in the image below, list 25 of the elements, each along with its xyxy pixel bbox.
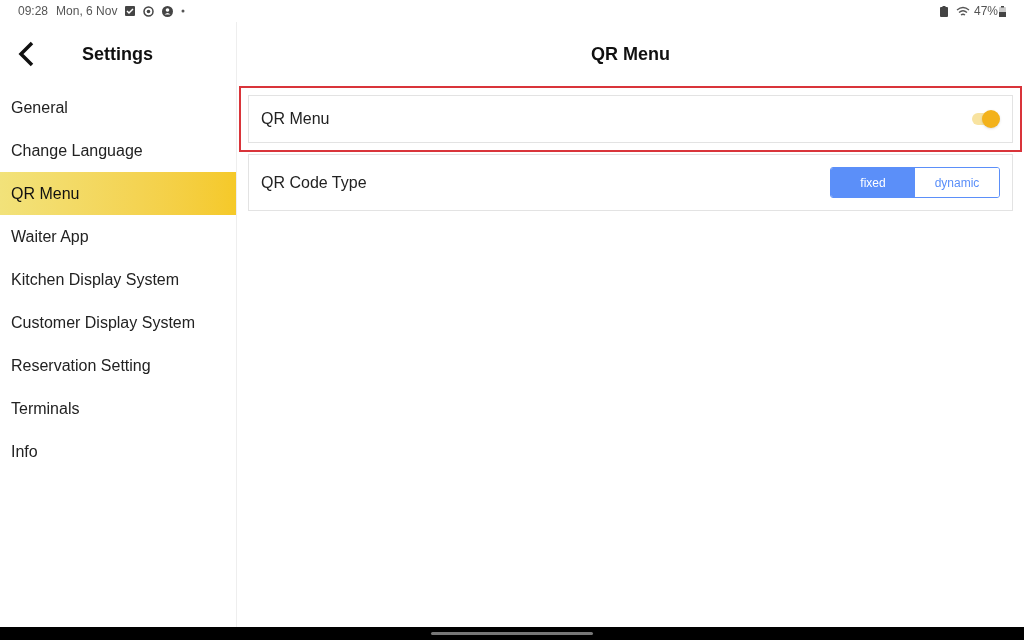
home-indicator[interactable] — [431, 632, 593, 635]
sidebar-item[interactable]: QR Menu — [0, 172, 236, 215]
circle-icon — [143, 5, 155, 17]
sidebar-item[interactable]: Info — [0, 430, 236, 473]
battery-percent: 47% — [973, 3, 998, 20]
sidebar-item[interactable]: Terminals — [0, 387, 236, 430]
sidebar-item[interactable]: General — [0, 86, 236, 129]
wifi-icon — [955, 5, 970, 17]
sidebar-item[interactable]: Change Language — [0, 129, 236, 172]
sidebar-item[interactable]: Waiter App — [0, 215, 236, 258]
status-time: 09:28 — [18, 3, 49, 20]
page-title: QR Menu — [591, 42, 670, 66]
status-date: Mon, 6 Nov — [56, 3, 118, 20]
sidebar-item[interactable]: Customer Display System — [0, 301, 236, 344]
sidebar-title: Settings — [82, 42, 153, 66]
sidebar-item[interactable]: Kitchen Display System — [0, 258, 236, 301]
battery-saver-icon — [939, 5, 948, 17]
account-icon — [162, 5, 174, 17]
row-label: QR Menu — [261, 109, 330, 129]
toggle-switch[interactable] — [970, 109, 1000, 129]
dot-icon — [181, 9, 186, 13]
checkbox-icon — [125, 6, 136, 16]
battery-icon — [999, 5, 1006, 17]
sidebar-item[interactable]: Reservation Setting — [0, 344, 236, 387]
row-label: QR Code Type — [261, 172, 367, 193]
